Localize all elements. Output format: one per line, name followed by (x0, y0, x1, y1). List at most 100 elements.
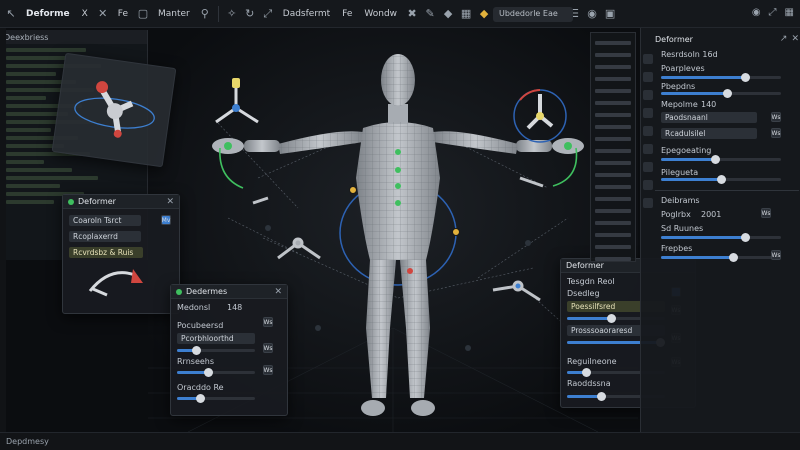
curve-preview (88, 269, 143, 297)
menu-divider (217, 5, 219, 22)
panel-b-btn-3[interactable]: Ws (263, 365, 273, 375)
dock-btn-c[interactable]: Ws (761, 208, 771, 218)
dock-slider-4[interactable] (661, 175, 781, 184)
dock-row7: Pilegueta (661, 168, 699, 177)
dock-row3: Mepolme (661, 100, 698, 109)
menu-item-dadsfermt[interactable]: Dadsfermt (279, 9, 334, 19)
dock-row4[interactable]: Paodsnaanl (661, 112, 757, 123)
outliner-line[interactable] (6, 160, 44, 164)
app-brand: Deforme (26, 8, 70, 19)
move-icon[interactable] (643, 90, 653, 100)
panel-b-slider-3[interactable] (177, 394, 255, 403)
panel-b-row2[interactable]: Pcorbhloorthd (177, 333, 255, 344)
pin-icon[interactable]: ↗ (780, 34, 788, 44)
viewport-tab[interactable]: Ubdedorle Eae (493, 7, 573, 22)
eye-icon[interactable] (643, 144, 653, 154)
layout-icon[interactable]: ▦ (785, 7, 794, 18)
dock-slider-5[interactable] (661, 233, 781, 242)
channel-item[interactable] (595, 137, 631, 141)
scale-icon[interactable]: ⤢ (261, 7, 275, 21)
panel-b-btn-2[interactable]: Ws (263, 343, 273, 353)
channel-item[interactable] (595, 149, 631, 153)
panel-b-btn-1[interactable]: Ws (263, 317, 273, 327)
channel-item[interactable] (595, 65, 631, 69)
rotate-icon[interactable]: ↻ (243, 7, 257, 21)
brush-icon[interactable] (643, 72, 653, 82)
outliner-line[interactable] (6, 56, 66, 60)
pin-icon[interactable] (643, 54, 653, 64)
channel-item[interactable] (595, 161, 631, 165)
render-icon[interactable]: ▣ (603, 7, 617, 21)
panel-b-slider-2[interactable] (177, 368, 255, 377)
transform-icon[interactable]: ✧ (225, 7, 239, 21)
link-icon[interactable] (643, 180, 653, 190)
panel-a-button[interactable]: Mv (161, 215, 171, 225)
dock-btn-b[interactable]: Ws (771, 128, 781, 138)
gear-icon[interactable] (643, 198, 653, 208)
dock-slider-6[interactable] (661, 253, 781, 262)
dock-btn-a[interactable]: Ws (771, 112, 781, 122)
expand-icon[interactable]: ⤢ (769, 7, 777, 18)
outliner-line[interactable] (6, 184, 60, 188)
outliner-line[interactable] (6, 48, 86, 52)
outliner-line[interactable] (6, 176, 98, 180)
camera-icon[interactable]: ◉ (585, 7, 599, 21)
channel-item[interactable] (595, 77, 631, 81)
channel-item[interactable] (595, 113, 631, 117)
paint-icon[interactable]: ◆ (441, 7, 455, 21)
channel-item[interactable] (595, 125, 631, 129)
status-text: Depdmesy (6, 437, 49, 446)
grid-icon[interactable]: ▦ (459, 7, 473, 21)
panel-b-slider-1[interactable] (177, 346, 255, 355)
channel-item[interactable] (595, 221, 631, 225)
menu-item-wondw[interactable]: Wondw (360, 9, 401, 19)
tool-icon[interactable]: ✎ (423, 7, 437, 21)
channel-item[interactable] (595, 41, 631, 45)
panel-a-field-1[interactable]: Coaroln Tsrct (69, 215, 141, 226)
channel-item[interactable] (595, 89, 631, 93)
dock-row6: Epegoeating (661, 146, 712, 155)
search-icon[interactable]: ⚲ (198, 7, 212, 21)
dock-row1: Poarpleves (661, 64, 705, 73)
dock-btn-d[interactable]: Ws (771, 250, 781, 260)
menu-item-x[interactable]: X (78, 9, 92, 19)
panel-b-header: Dedermes ✕ (171, 285, 287, 299)
outliner-line[interactable] (6, 168, 72, 172)
close-icon[interactable]: ✕ (791, 34, 799, 44)
channel-item[interactable] (595, 257, 631, 261)
channel-item[interactable] (595, 197, 631, 201)
channel-item[interactable] (595, 245, 631, 249)
dock-slider-2[interactable] (661, 89, 781, 98)
channel-item[interactable] (595, 233, 631, 237)
lock-icon[interactable] (643, 162, 653, 172)
close-icon[interactable]: ✕ (166, 197, 174, 207)
dock-slider-3[interactable] (661, 155, 781, 164)
warning-icon[interactable] (643, 108, 653, 118)
panel-a-field-3[interactable]: Rcvrdsbz & Ruis (69, 247, 143, 258)
highlight-icon[interactable]: ◆ (477, 7, 491, 21)
panel-b-row3: Rrnseehs (177, 357, 215, 366)
pencil-icon[interactable] (643, 126, 653, 136)
menu-item-fe-2[interactable]: Fe (338, 9, 356, 19)
cut-icon[interactable]: ✖ (405, 7, 419, 21)
dock-slider-1[interactable] (661, 73, 781, 82)
folder-icon[interactable]: ▢ (136, 7, 150, 21)
channel-item[interactable] (595, 53, 631, 57)
close-icon[interactable]: ✕ (96, 7, 110, 21)
channel-item[interactable] (595, 101, 631, 105)
dock-row5[interactable]: Rcadulsilel (661, 128, 757, 139)
menu-item-fe[interactable]: Fe (114, 9, 132, 19)
channel-item[interactable] (595, 173, 631, 177)
panel-a-field-2[interactable]: Rcoplaxerrd (69, 231, 141, 242)
joint-preview (74, 81, 155, 138)
camera-view-icon[interactable]: ◉ (752, 7, 761, 18)
outliner-line[interactable] (6, 200, 54, 204)
channel-item[interactable] (595, 185, 631, 189)
outliner-line[interactable] (6, 72, 56, 76)
select-tool-icon[interactable]: ↖ (4, 7, 18, 21)
menu-item-manter[interactable]: Manter (154, 9, 194, 19)
outliner-line[interactable] (6, 96, 46, 100)
close-icon[interactable]: ✕ (274, 287, 282, 297)
channel-item[interactable] (595, 209, 631, 213)
outliner-line[interactable] (6, 128, 51, 132)
